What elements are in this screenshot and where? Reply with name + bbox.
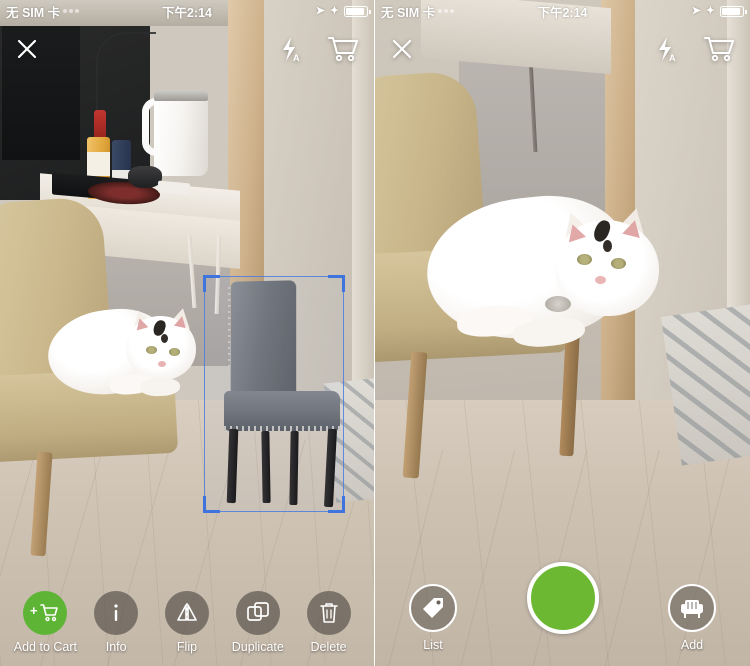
white-cat	[43, 296, 204, 402]
shopping-cart-icon[interactable]	[704, 36, 734, 67]
white-cat	[420, 178, 677, 368]
status-right-group: ➤ ✦	[691, 4, 747, 17]
list-button[interactable]: List	[401, 584, 465, 652]
selection-handle-top-right[interactable]	[328, 275, 345, 292]
left-camera-scene	[0, 0, 374, 666]
selection-handle-top-left[interactable]	[203, 275, 220, 292]
location-icon: ➤	[691, 4, 701, 17]
battery-icon	[720, 5, 747, 17]
delete-label: Delete	[310, 640, 347, 654]
add-to-cart-label: Add to Cart	[13, 640, 77, 654]
flip-label: Flip	[176, 640, 198, 654]
info-button[interactable]: Info	[84, 591, 148, 654]
kettle-lid	[154, 90, 208, 101]
battery-icon	[344, 5, 371, 17]
left-screenshot-panel: 无 SIM 卡 下午2:14 ➤ ✦ A + Add to Cart Info …	[0, 0, 374, 666]
bottom-toolbar-left: + Add to Cart Info Flip Duplicate Delete	[0, 591, 374, 666]
duplicate-icon	[235, 591, 280, 635]
add-button[interactable]: Add	[660, 584, 724, 652]
electric-kettle	[154, 94, 208, 176]
selection-handle-bottom-left[interactable]	[203, 496, 220, 513]
status-bar-left: 无 SIM 卡 下午2:14 ➤ ✦	[0, 0, 374, 22]
bluetooth-icon: ✦	[329, 4, 339, 17]
add-to-cart-button[interactable]: + Add to Cart	[13, 591, 77, 654]
duplicate-button[interactable]: Duplicate	[226, 591, 290, 654]
flash-auto-icon[interactable]: A	[278, 36, 302, 67]
status-right-group: ➤ ✦	[315, 4, 371, 17]
svg-text:+: +	[30, 603, 38, 618]
flip-icon	[164, 591, 209, 635]
info-icon	[94, 591, 139, 635]
cat-head-marking-2	[603, 240, 612, 252]
shopping-cart-icon[interactable]	[328, 36, 358, 67]
bottom-toolbar-right: List Add	[375, 562, 750, 666]
location-icon: ➤	[315, 4, 325, 17]
close-icon[interactable]	[16, 38, 38, 65]
delete-button[interactable]: Delete	[297, 591, 361, 654]
cat-eye-right	[611, 258, 626, 269]
add-to-cart-icon: +	[23, 591, 68, 635]
flip-button[interactable]: Flip	[155, 591, 219, 654]
duplicate-label: Duplicate	[231, 640, 284, 654]
flash-auto-icon[interactable]: A	[654, 36, 678, 67]
top-toolbar-left: A	[0, 26, 374, 76]
list-label: List	[423, 638, 443, 652]
selection-handle-bottom-right[interactable]	[328, 496, 345, 513]
close-icon[interactable]	[391, 38, 413, 65]
app-root: 无 SIM 卡 下午2:14 ➤ ✦ A + Add to Cart Info …	[0, 0, 750, 666]
cat-nose	[158, 361, 166, 367]
panel-divider	[374, 0, 375, 666]
armchair-icon	[668, 584, 716, 632]
bluetooth-icon: ✦	[705, 4, 715, 17]
cat-nose	[595, 276, 606, 284]
svg-text:A: A	[669, 53, 676, 62]
status-bar-right: 无 SIM 卡 下午2:14 ➤ ✦	[375, 0, 750, 22]
add-label: Add	[680, 638, 704, 652]
tag-icon	[409, 584, 457, 632]
cat-ear-right-inner	[173, 314, 189, 329]
right-screenshot-panel: 无 SIM 卡 下午2:14 ➤ ✦ A List Add	[375, 0, 750, 666]
svg-text:A: A	[293, 53, 300, 62]
cat-eye-right	[169, 348, 180, 356]
beer-can-label	[87, 152, 110, 176]
shutter-button[interactable]	[526, 562, 599, 634]
cat-paw-2	[139, 377, 181, 397]
ar-object-selection-box[interactable]	[203, 275, 345, 513]
trash-icon	[306, 591, 351, 635]
top-toolbar-right: A	[375, 26, 750, 76]
cat-head-marking-2	[161, 334, 168, 343]
info-label: Info	[105, 640, 127, 654]
cat-eye-left	[577, 254, 592, 265]
mouse	[128, 166, 162, 188]
cat-eye-left	[146, 346, 157, 354]
cat-collar	[545, 296, 571, 312]
